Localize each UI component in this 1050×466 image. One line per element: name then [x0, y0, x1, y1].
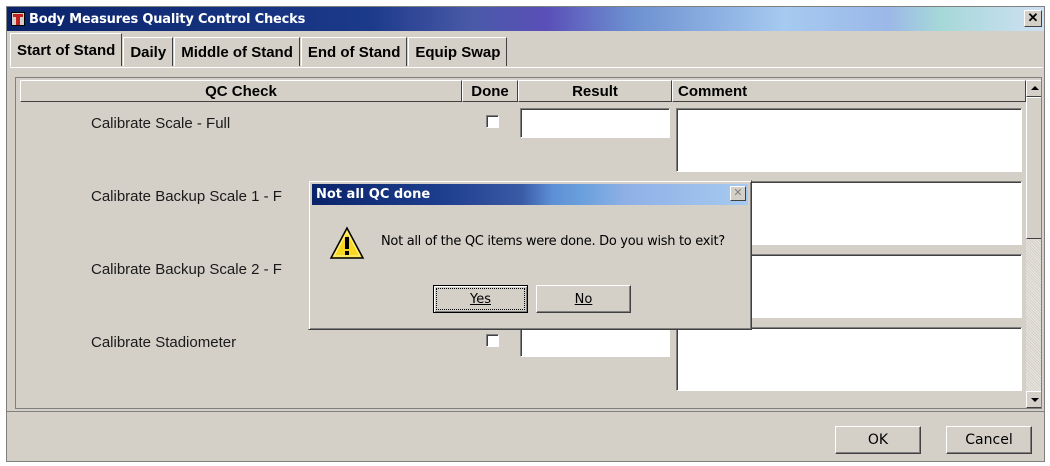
tab-divider [10, 67, 1043, 69]
arrow-down-icon [1031, 398, 1039, 402]
warning-icon [329, 226, 365, 259]
result-input[interactable] [520, 108, 670, 138]
header-result[interactable]: Result [518, 80, 672, 102]
scroll-up-button[interactable] [1026, 80, 1041, 97]
close-icon[interactable]: ✕ [1024, 10, 1042, 27]
tab-daily[interactable]: Daily [123, 37, 174, 66]
window-title: Body Measures Quality Control Checks [29, 11, 306, 27]
done-checkbox[interactable] [486, 334, 499, 347]
scroll-down-button[interactable] [1026, 391, 1041, 408]
result-input[interactable] [520, 327, 670, 357]
app-icon [11, 12, 25, 26]
yes-label: Yes [470, 291, 491, 307]
row-label-calibrate-stadiometer: Calibrate Stadiometer [91, 334, 237, 351]
footer-bar: OK Cancel [7, 411, 1044, 461]
tab-middle-of-stand[interactable]: Middle of Stand [174, 37, 300, 66]
dialog-close-icon[interactable]: ✕ [730, 186, 746, 201]
row-label-calibrate-backup-scale-1: Calibrate Backup Scale 1 - F [91, 188, 282, 205]
header-qc-check[interactable]: QC Check [20, 80, 462, 102]
ok-button[interactable]: OK [835, 426, 921, 454]
arrow-up-icon [1031, 86, 1039, 90]
row-label-calibrate-backup-scale-2: Calibrate Backup Scale 2 - F [91, 261, 282, 278]
no-label: No [574, 291, 593, 307]
header-comment[interactable]: Comment [672, 80, 1026, 102]
vertical-scrollbar[interactable] [1026, 80, 1041, 408]
confirm-dialog: Not all QC done ✕ Not all of the QC item… [308, 180, 752, 330]
comment-input[interactable] [676, 327, 1022, 391]
comment-input[interactable] [676, 108, 1022, 172]
header-done[interactable]: Done [462, 80, 518, 102]
dialog-title: Not all QC done [316, 187, 431, 202]
row-label-calibrate-scale-full: Calibrate Scale - Full [91, 115, 231, 132]
scroll-thumb[interactable] [1026, 97, 1041, 239]
dialog-message: Not all of the QC items were done. Do yo… [381, 234, 725, 249]
done-checkbox[interactable] [486, 115, 499, 128]
tab-equip-swap[interactable]: Equip Swap [408, 37, 508, 66]
tab-bar: Start of Stand Daily Middle of Stand End… [10, 33, 508, 66]
tab-start-of-stand[interactable]: Start of Stand [10, 33, 123, 66]
window-titlebar[interactable]: Body Measures Quality Control Checks ✕ [7, 7, 1044, 31]
tab-end-of-stand[interactable]: End of Stand [300, 37, 408, 66]
yes-button[interactable]: Yes [433, 285, 528, 313]
no-button[interactable]: No [536, 285, 631, 313]
cancel-button[interactable]: Cancel [946, 426, 1032, 454]
dialog-titlebar[interactable]: Not all QC done ✕ [312, 184, 748, 205]
